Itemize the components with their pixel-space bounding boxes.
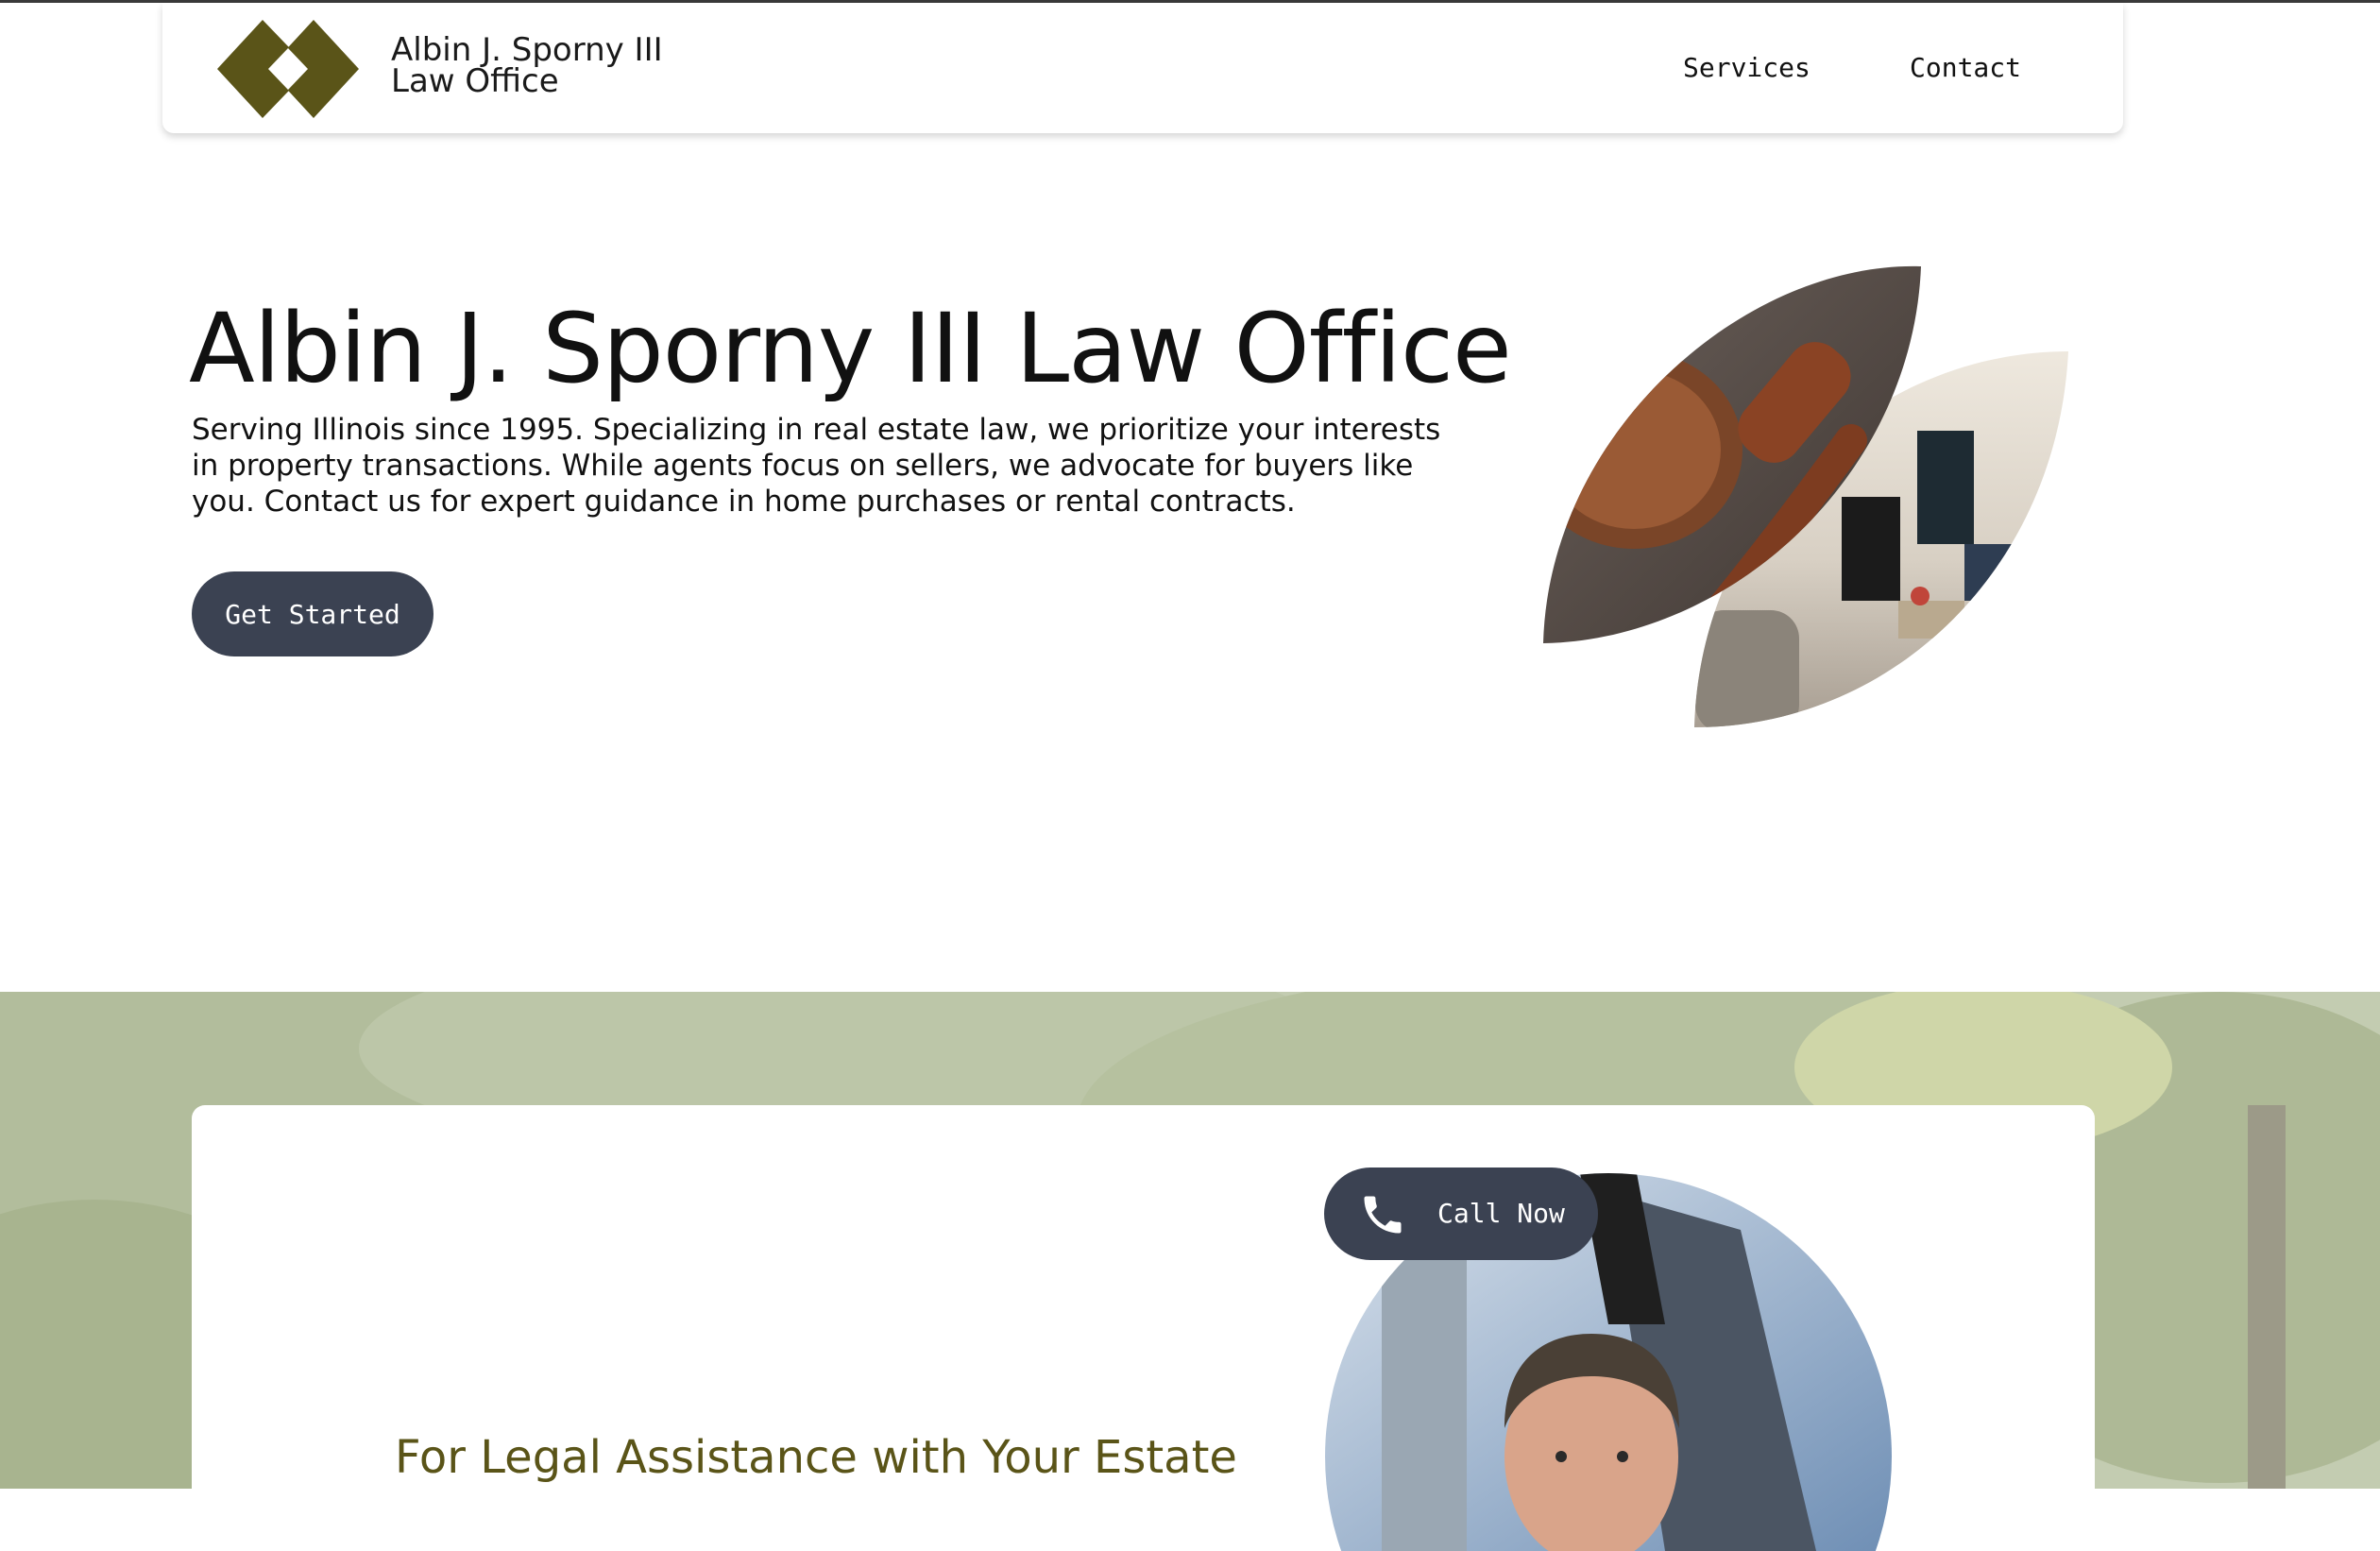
- hero-description: Serving Illinois since 1995. Specializin…: [192, 413, 1441, 519]
- brand-line-2: Law Office: [391, 62, 559, 100]
- nav-contact[interactable]: Contact: [1910, 52, 2021, 83]
- hero-leaf-images: [1543, 265, 2068, 727]
- site-header: Albin J. Sporny III Law Office Services …: [162, 3, 2123, 133]
- call-now-label: Call Now: [1437, 1198, 1565, 1229]
- brand-name[interactable]: Albin J. Sporny III Law Office: [391, 34, 663, 100]
- contact-heading: For Legal Assistance with Your Estate: [395, 1431, 1237, 1484]
- nav-services[interactable]: Services: [1683, 52, 1810, 83]
- double-diamond-logo-icon[interactable]: [217, 20, 359, 118]
- get-started-button[interactable]: Get Started: [192, 571, 434, 656]
- page-title: Albin J. Sporny III Law Office: [189, 293, 1512, 405]
- contact-card: Call Now For Legal Assistance with Your …: [192, 1105, 2095, 1551]
- phone-icon: [1364, 1196, 1402, 1234]
- call-now-button[interactable]: Call Now: [1324, 1168, 1598, 1260]
